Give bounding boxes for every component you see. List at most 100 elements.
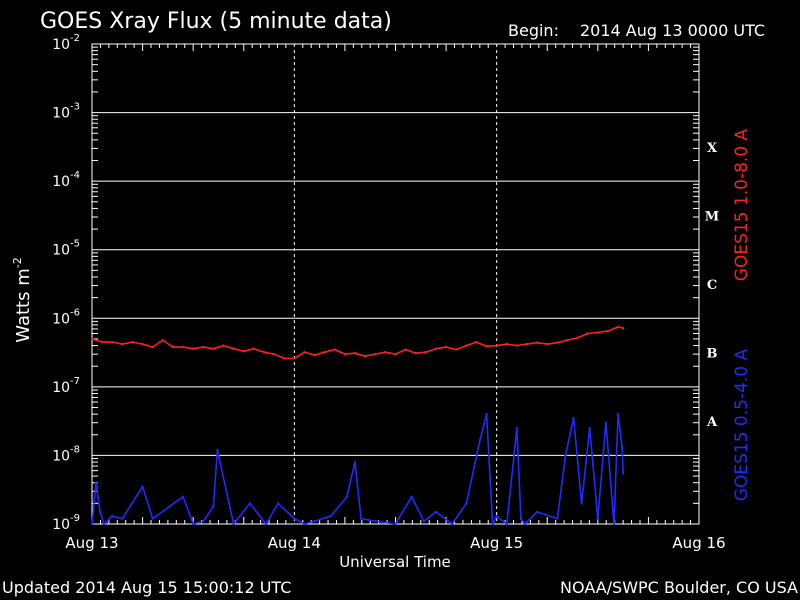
y-tick-label: 10-6 — [52, 307, 80, 327]
data-point — [535, 510, 539, 514]
data-point — [505, 342, 508, 346]
data-point — [323, 351, 326, 354]
x-tick-label: Aug 14 — [268, 534, 321, 552]
flare-class-label: X — [707, 141, 718, 156]
y-tick-label: 10-5 — [52, 239, 80, 259]
data-point — [596, 517, 600, 520]
data-point — [212, 347, 215, 350]
data-point — [345, 495, 349, 498]
data-point — [98, 510, 102, 514]
chart-title: GOES Xray Flux (5 minute data) — [40, 9, 392, 34]
data-point — [374, 519, 377, 523]
data-point — [171, 345, 175, 349]
data-point — [191, 347, 195, 350]
data-point — [161, 338, 165, 342]
data-point — [505, 522, 508, 526]
data-point — [181, 495, 185, 498]
data-point — [252, 347, 256, 350]
data-point — [100, 340, 104, 344]
data-point — [283, 357, 286, 360]
data-point — [248, 502, 252, 505]
data-point — [94, 481, 98, 484]
y-tick-labels: 10-9 10-8 10-7 10-6 10-5 10-4 10-3 10-2 — [52, 33, 80, 533]
data-point — [232, 347, 235, 350]
begin-value: 2014 Aug 13 0000 UTC — [580, 21, 765, 40]
y-tick-label: 10-2 — [52, 33, 80, 53]
data-point — [262, 351, 266, 354]
data-point — [564, 454, 567, 457]
data-point — [616, 412, 620, 416]
series-layer — [90, 325, 625, 526]
data-point — [434, 347, 438, 350]
legend-series-long: GOES15 1.0-8.0 A — [732, 128, 752, 281]
data-point — [546, 342, 549, 346]
data-point — [515, 344, 519, 347]
data-point — [121, 342, 124, 346]
data-point — [151, 345, 154, 349]
data-point — [535, 341, 539, 344]
data-point — [363, 354, 367, 358]
x-tick-labels: Aug 13 Aug 14 Aug 15 Aug 16 — [65, 534, 725, 552]
data-point — [276, 502, 280, 505]
data-point — [475, 340, 478, 344]
data-point — [485, 345, 488, 348]
data-point — [212, 505, 215, 508]
data-point — [191, 522, 195, 526]
data-point — [181, 345, 185, 349]
data-point — [394, 522, 397, 526]
data-point — [111, 514, 114, 518]
data-point — [495, 344, 498, 347]
data-point — [434, 510, 438, 514]
data-point — [620, 446, 624, 449]
y-axis-label-text: Watts m — [13, 268, 34, 342]
data-point — [414, 351, 417, 355]
data-point — [612, 522, 616, 526]
data-point — [404, 348, 407, 351]
data-point — [202, 345, 205, 349]
data-point — [588, 426, 591, 430]
series-line — [91, 413, 624, 525]
data-point — [580, 502, 583, 505]
data-point — [491, 522, 494, 526]
flare-class-label: A — [706, 415, 718, 430]
data-point — [151, 517, 154, 520]
data-point — [621, 326, 625, 330]
data-point — [576, 336, 579, 339]
flare-class-label: B — [707, 347, 718, 362]
data-point — [102, 522, 106, 526]
series-0 — [90, 325, 625, 360]
data-point — [384, 351, 387, 354]
data-point — [313, 353, 316, 357]
flare-class-label: M — [705, 209, 719, 224]
x-tick-label: Aug 16 — [672, 534, 725, 552]
data-point — [495, 514, 498, 518]
data-point — [465, 502, 468, 505]
flare-class-labels: A B C M X — [705, 141, 719, 430]
y-tick-label: 10-3 — [52, 102, 80, 122]
data-point — [111, 340, 114, 344]
data-point — [604, 421, 608, 424]
data-point — [422, 519, 426, 523]
data-point — [444, 345, 448, 349]
data-point — [515, 426, 519, 430]
data-point — [293, 517, 296, 520]
data-point — [202, 519, 205, 523]
data-point — [519, 517, 523, 520]
data-point — [424, 351, 428, 354]
x-tick-label: Aug 15 — [470, 534, 523, 552]
data-point — [523, 522, 527, 526]
data-point — [313, 519, 316, 523]
data-point — [485, 412, 488, 416]
data-point — [606, 329, 610, 333]
data-point — [525, 342, 529, 346]
data-point — [572, 416, 575, 420]
data-point — [374, 352, 377, 356]
data-point — [621, 472, 625, 475]
data-point — [353, 460, 357, 464]
data-point — [131, 340, 134, 344]
data-point — [293, 357, 296, 360]
legend-series-short: GOES15 0.5-4.0 A — [732, 348, 752, 501]
data-point — [596, 331, 600, 334]
data-point — [333, 348, 336, 351]
updated-timestamp: Updated 2014 Aug 15 15:00:12 UTC — [2, 578, 291, 597]
